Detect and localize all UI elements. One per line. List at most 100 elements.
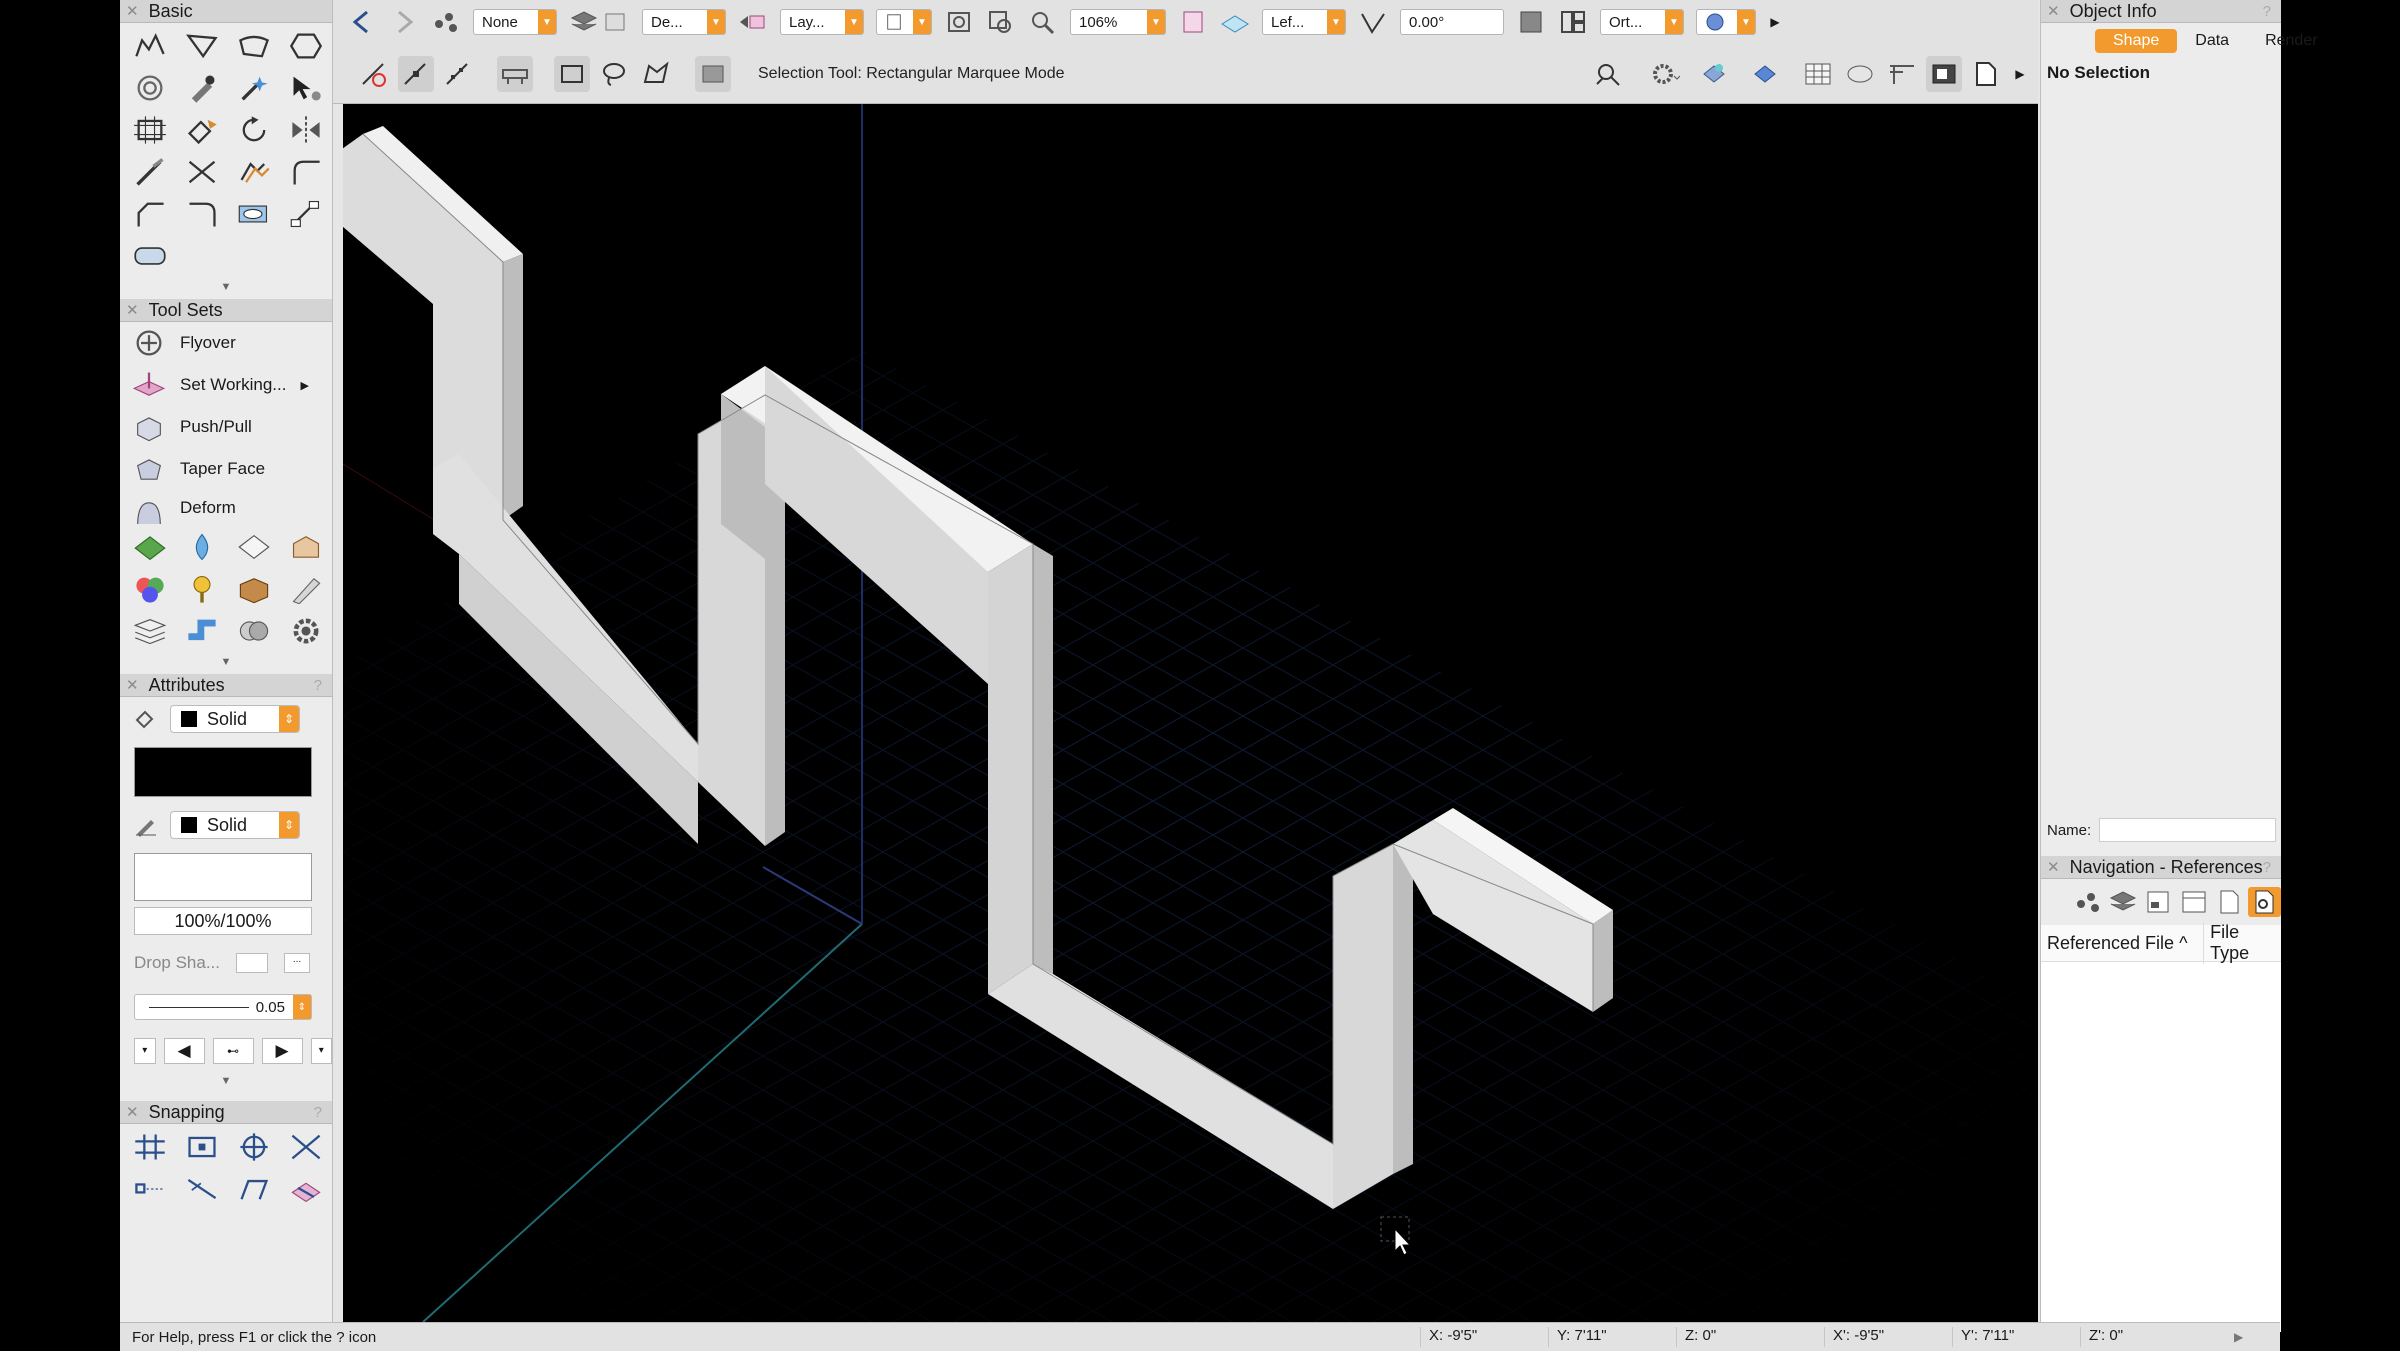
sheet-dropdown[interactable]: ▼: [876, 9, 932, 35]
tool-set-working-plane[interactable]: Set Working... ▶: [120, 364, 332, 406]
spiral-tool[interactable]: [124, 67, 176, 109]
help-icon[interactable]: ?: [314, 1104, 322, 1121]
snap-to-intersection[interactable]: [280, 1126, 332, 1168]
class-options-button[interactable]: [428, 4, 464, 40]
back-button[interactable]: [344, 4, 380, 40]
view-dropdown[interactable]: Lef... ▼: [1262, 9, 1346, 35]
row2-overflow-button[interactable]: ▶: [2010, 56, 2030, 92]
mode-reshape-button[interactable]: [497, 56, 533, 92]
arrowhead-right-icon[interactable]: ▶: [261, 1038, 303, 1064]
close-icon[interactable]: ✕: [2047, 2, 2060, 20]
name-field[interactable]: [2099, 818, 2277, 842]
chamfer-tool[interactable]: [124, 193, 176, 235]
working-plane-button[interactable]: [1217, 4, 1253, 40]
grid-toggle-button[interactable]: [1800, 56, 1836, 92]
visualization-tool-set[interactable]: [176, 526, 228, 568]
space-planning-tool-set[interactable]: [124, 610, 176, 652]
rotation-button[interactable]: [1355, 4, 1391, 40]
column-referenced-file[interactable]: Referenced File ^: [2041, 933, 2203, 954]
design-layer-dropdown[interactable]: De... ▼: [642, 9, 726, 35]
settings-tool-set[interactable]: [280, 610, 332, 652]
fit-to-window-button[interactable]: [941, 4, 977, 40]
zoom-to-objects-button[interactable]: [983, 4, 1019, 40]
selection-options-button[interactable]: [695, 56, 731, 92]
snap-to-object[interactable]: [176, 1126, 228, 1168]
line-weight-dropdown[interactable]: 0.05 ⇕: [134, 994, 312, 1020]
polyline-tool[interactable]: [124, 25, 176, 67]
snap-to-tangent[interactable]: [228, 1168, 280, 1210]
smart-points[interactable]: [124, 1168, 176, 1210]
fillet-tool[interactable]: [280, 151, 332, 193]
rotation-field[interactable]: 0.00°: [1400, 9, 1504, 35]
nav-classes-button[interactable]: [2071, 887, 2104, 917]
display-options-button[interactable]: [1926, 56, 1962, 92]
zoom-dropdown[interactable]: 106% ▼: [1070, 9, 1166, 35]
zoom-button[interactable]: [1025, 4, 1061, 40]
clip-tool[interactable]: [228, 193, 280, 235]
paint-tool[interactable]: [176, 109, 228, 151]
tool-set-push-pull[interactable]: Push/Pull: [120, 406, 332, 448]
lighting-tool-set[interactable]: [176, 568, 228, 610]
rotate-tool[interactable]: [228, 109, 280, 151]
offset-tool[interactable]: [228, 151, 280, 193]
mode-multiple-button[interactable]: [440, 56, 476, 92]
close-icon[interactable]: ✕: [126, 2, 139, 20]
pen-style-dropdown[interactable]: Solid ⇕: [170, 811, 300, 839]
forward-button[interactable]: [386, 4, 422, 40]
mode-disable-button[interactable]: [356, 56, 392, 92]
resize-tool[interactable]: [124, 109, 176, 151]
site-planning-tool-set[interactable]: [124, 526, 176, 568]
polygon-marquee-button[interactable]: [638, 56, 674, 92]
snap-to-surface[interactable]: [280, 1168, 332, 1210]
basic-expand-arrow[interactable]: ▼: [120, 279, 332, 295]
tool-sets-expand-arrow[interactable]: ▼: [120, 654, 332, 670]
render-settings-button[interactable]: [1647, 56, 1683, 92]
tool-set-flyover[interactable]: Flyover: [120, 322, 332, 364]
plumbing-tool-set[interactable]: [176, 610, 228, 652]
rectangular-marquee-button[interactable]: [554, 56, 590, 92]
arrowhead-left-icon[interactable]: ◀: [163, 1038, 205, 1064]
layer-dropdown[interactable]: Lay... ▼: [780, 9, 864, 35]
polygon-tool[interactable]: [176, 25, 228, 67]
page-setup-button[interactable]: [1968, 56, 2004, 92]
eyedropper-tool[interactable]: [176, 67, 228, 109]
view-options-button[interactable]: [1749, 56, 1785, 92]
fasteners-tool-set[interactable]: [228, 610, 280, 652]
machine-design-tool-set[interactable]: [280, 568, 332, 610]
layer-visibility-button[interactable]: [597, 4, 633, 40]
reshape-tool[interactable]: [280, 193, 332, 235]
building-shell-tool-set[interactable]: [280, 526, 332, 568]
attribute-mapping-tool[interactable]: [280, 67, 332, 109]
snap-to-angle[interactable]: [228, 1126, 280, 1168]
column-file-type[interactable]: File Type: [2203, 922, 2281, 964]
drop-shadow-checkbox[interactable]: [236, 953, 268, 973]
layer-arrows-button[interactable]: [735, 4, 771, 40]
nav-viewports-button[interactable]: [2177, 887, 2210, 917]
trim-tool[interactable]: [176, 151, 228, 193]
arrowhead-start-dropdown[interactable]: ▾: [134, 1038, 156, 1064]
help-icon[interactable]: ?: [2263, 859, 2271, 876]
detailing-tool-set[interactable]: [124, 568, 176, 610]
render-mode-button[interactable]: [1513, 4, 1549, 40]
connect-tool[interactable]: [176, 193, 228, 235]
nav-layers-button[interactable]: [2106, 887, 2139, 917]
close-icon[interactable]: ✕: [2047, 858, 2060, 876]
flyover-view-button[interactable]: [1590, 56, 1626, 92]
page-layout-button[interactable]: [1555, 4, 1591, 40]
freehand-tool[interactable]: [228, 25, 280, 67]
toolbar-overflow-button[interactable]: ▶: [1765, 4, 1785, 40]
tab-data[interactable]: Data: [2177, 29, 2247, 53]
close-icon[interactable]: ✕: [126, 1103, 139, 1121]
magic-wand-tool[interactable]: [228, 67, 280, 109]
fill-preview[interactable]: [134, 747, 312, 797]
close-icon[interactable]: ✕: [126, 676, 139, 694]
drawing-canvas[interactable]: [343, 104, 2038, 1322]
opacity-field[interactable]: 100%/100%: [134, 907, 312, 935]
render-dropdown[interactable]: ▼: [1696, 9, 1756, 35]
tool-set-taper-face[interactable]: Taper Face: [120, 448, 332, 490]
help-icon[interactable]: ?: [314, 677, 322, 694]
fill-style-dropdown[interactable]: Solid ⇕: [170, 705, 300, 733]
link-icon[interactable]: ⊷: [212, 1038, 254, 1064]
lasso-marquee-button[interactable]: [596, 56, 632, 92]
mirror-tool[interactable]: [280, 109, 332, 151]
